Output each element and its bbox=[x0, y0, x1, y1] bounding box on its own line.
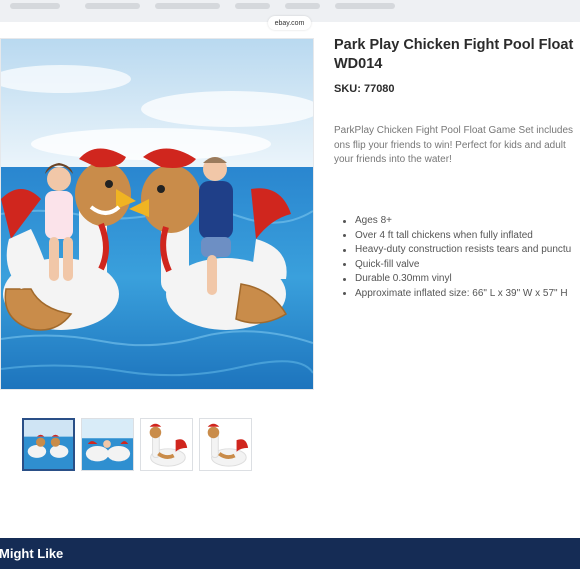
thumbnail-strip bbox=[22, 418, 252, 471]
main-product-image[interactable] bbox=[0, 38, 314, 390]
ebay-watermark-badge: ebay.com bbox=[268, 16, 311, 30]
nav-item[interactable] bbox=[235, 3, 270, 9]
thumb-riders-close[interactable] bbox=[81, 418, 134, 471]
nav-item[interactable] bbox=[10, 3, 60, 9]
description-line: ParkPlay Chicken Fight Pool Float Game S… bbox=[334, 125, 573, 136]
girl-rider bbox=[45, 163, 73, 281]
thumb-riders-close-image bbox=[82, 419, 133, 470]
product-title: Park Play Chicken Fight Pool Float WD014 bbox=[334, 37, 574, 72]
thumb-chicken-float-1-image bbox=[141, 419, 192, 470]
thumb-chicken-float-2[interactable] bbox=[199, 418, 252, 471]
nav-item[interactable] bbox=[285, 3, 320, 9]
feature-item: Approximate inflated size: 66" L x 39" W… bbox=[340, 287, 571, 302]
might-like-section-header: Might Like bbox=[0, 538, 580, 569]
product-sku: SKU: 77080 bbox=[334, 83, 395, 95]
nav-item[interactable] bbox=[335, 3, 395, 9]
sku-value: 77080 bbox=[363, 83, 395, 95]
pool-scene-illustration bbox=[1, 39, 313, 389]
description-line: your friends into the water! bbox=[334, 154, 452, 165]
sku-label: SKU: bbox=[334, 83, 361, 95]
description-line: ons flip your friends to win! Perfect fo… bbox=[334, 139, 566, 151]
feature-list: Ages 8+ Over 4 ft tall chickens when ful… bbox=[340, 214, 571, 301]
nav-item[interactable] bbox=[85, 3, 140, 9]
thumb-pool-scene[interactable] bbox=[22, 418, 75, 471]
feature-item: Ages 8+ bbox=[340, 214, 571, 229]
thumb-pool-scene-image bbox=[24, 420, 73, 469]
nav-item[interactable] bbox=[155, 3, 220, 9]
thumb-chicken-float-1[interactable] bbox=[140, 418, 193, 471]
feature-item: Heavy-duty construction resists tears an… bbox=[340, 243, 571, 258]
might-like-heading: Might Like bbox=[0, 546, 64, 561]
thumb-chicken-float-2-image bbox=[200, 419, 251, 470]
product-description: ParkPlay Chicken Fight Pool Float Game S… bbox=[334, 124, 580, 168]
feature-item: Over 4 ft tall chickens when fully infla… bbox=[340, 229, 571, 244]
feature-item: Durable 0.30mm vinyl bbox=[340, 272, 571, 287]
feature-item: Quick-fill valve bbox=[340, 258, 571, 273]
